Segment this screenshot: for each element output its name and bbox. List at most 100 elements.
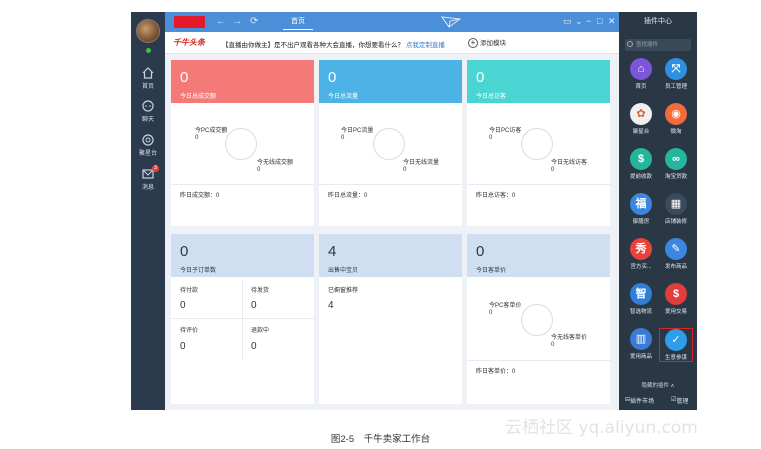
forward-icon[interactable]: →	[232, 15, 242, 29]
card-traffic[interactable]: 0 今日总流量 今日PC流量 0 今日无线流量 0 昨日总流量：0	[319, 60, 462, 226]
sidebar-item-label: 消息	[141, 185, 154, 191]
metric-caption: 今日子订单数	[180, 268, 217, 274]
yesterday-value: 昨日总流量：0	[328, 193, 368, 199]
sidebar-item-home[interactable]: 首页	[131, 66, 165, 90]
back-icon[interactable]: ←	[216, 15, 226, 29]
headline-bar: 千牛头条 【直播由你做主】是不出户观看各种大会直播，你想要看什么？ 点我定制直播…	[165, 32, 619, 54]
plugin-home[interactable]: ⌂ 首页	[624, 58, 658, 90]
plugin-employee[interactable]: ⤧ 员工管理	[659, 58, 693, 90]
plugin-kitchen[interactable]: 福御膳房	[624, 193, 658, 225]
plugin-search-input[interactable]: 查找插件	[625, 39, 691, 51]
sidebar-item-message[interactable]: 3 消息	[131, 165, 165, 191]
metric-value: 0	[180, 69, 189, 86]
plugin-trade[interactable]: $ 爱用交易	[659, 283, 693, 315]
customize-live-link[interactable]: 点我定制直播	[406, 42, 445, 49]
wireless-label: 今日无线流量	[403, 160, 440, 166]
wireless-label: 今无线客单价	[551, 335, 588, 341]
plugin-weitao[interactable]: ◉ 微淘	[659, 103, 693, 135]
card-orders[interactable]: 0 今日子订单数 待付款 0 待发货 0 待评价 0 退款中 0	[171, 234, 314, 404]
divider	[467, 184, 610, 185]
plugin-business-advisor[interactable]: ✓ 生意参谋	[659, 328, 693, 362]
workbench-window: 首页 聊天 聚星台 3 消息 ← → ⟳ 首页 ▭ ⌄ − □ ✕ 千牛头条 【…	[131, 12, 697, 410]
home-icon: ⌂	[630, 58, 652, 80]
plugin-early-payment[interactable]: $ 提前收款	[624, 148, 658, 180]
plugin-center-panel: 插件中心 查找插件 ⌂ 首页 ⤧ 员工管理 ✿ 聚星台 ◉ 微淘 $ 提前收款 ∞ 淘宝贷款福御膳房 ▦…	[619, 12, 697, 410]
plugin-loan[interactable]: ∞ 淘宝贷款	[659, 148, 693, 180]
goods-icon: ▥	[630, 328, 652, 350]
card-header: 4 出售中宝贝	[319, 234, 462, 277]
card-header: 0 今日总访客	[467, 60, 610, 103]
manage-link[interactable]: ☑ 管理	[671, 396, 688, 405]
metric-value: 0	[328, 69, 337, 86]
kitchen-icon: 福	[630, 193, 652, 215]
add-module-button[interactable]: + 添加模块	[468, 37, 506, 49]
plugin-logistics[interactable]: 智智选物流	[624, 283, 658, 315]
sidebar-item-label: 首页	[141, 84, 154, 90]
card-visitors[interactable]: 0 今日总访客 今日PC访客 0 今日无线访客 0 昨日总访客：0	[467, 60, 610, 226]
avatar[interactable]	[136, 19, 160, 43]
pc-value: 0	[195, 135, 199, 141]
yesterday-value: 昨日客单价：0	[476, 369, 516, 375]
online-status-dot	[146, 48, 151, 53]
plugin-star[interactable]: ✿ 聚星台	[624, 103, 658, 135]
plugin-label: 淘宝贷款	[664, 174, 687, 180]
employee-icon: ⤧	[665, 58, 687, 80]
sidebar-item-star-cluster[interactable]: 聚星台	[131, 133, 165, 157]
title-bar: ← → ⟳ 首页 ▭ ⌄ − □ ✕	[165, 12, 619, 32]
plugin-goods[interactable]: ▥ 爱用商品	[624, 328, 658, 360]
plugin-label: 御膳房	[632, 219, 650, 225]
sidebar-item-chat[interactable]: 聊天	[131, 99, 165, 123]
plugin-label: 微淘	[670, 129, 682, 135]
wireless-value: 0	[403, 167, 407, 173]
business-advisor-icon: ✓	[665, 329, 687, 351]
pc-value: 0	[341, 135, 345, 141]
metric-caption: 今日客单价	[476, 268, 507, 274]
card-transactions[interactable]: 0 今日总成交额 今PC成交额 0 今无线成交额 0 昨日成交额：0	[171, 60, 314, 226]
metric-caption: 今日总访客	[476, 94, 507, 100]
order-status-label: 退款中	[251, 328, 270, 334]
ratio-ring	[521, 128, 553, 160]
card-header: 0 今日客单价	[467, 234, 610, 277]
star-cluster-icon	[142, 134, 154, 146]
metric-value: 0	[180, 243, 189, 260]
card-selling[interactable]: 4 出售中宝贝 已橱窗推荐 4	[319, 234, 462, 404]
sidebar-item-label: 聚星台	[138, 151, 157, 157]
order-status-label: 待发货	[251, 288, 270, 294]
pc-label: 今PC客单价	[489, 303, 522, 309]
chevron-down-icon[interactable]: ⌄	[575, 15, 583, 27]
plugin-publish[interactable]: ✎ 发布商品	[659, 238, 693, 270]
publish-icon: ✎	[665, 238, 687, 260]
toutiao-logo: 千牛头条	[173, 37, 205, 47]
maximize-icon[interactable]: □	[597, 15, 602, 27]
plugin-label: 提前收款	[629, 174, 652, 180]
close-icon[interactable]: ✕	[608, 15, 616, 27]
weitao-icon: ◉	[665, 103, 687, 125]
logistics-icon: 智	[630, 283, 652, 305]
metric-value: 0	[476, 243, 485, 260]
order-status-value: 0	[251, 300, 257, 311]
loan-icon: ∞	[665, 148, 687, 170]
home-icon	[142, 67, 154, 79]
order-status-label: 待评价	[180, 328, 199, 334]
manage-label: 管理	[676, 399, 689, 405]
headline-message: 【直播由你做主】是不出户观看各种大会直播，你想要看什么？	[222, 42, 404, 49]
ratio-ring	[373, 128, 405, 160]
plugin-official-buy[interactable]: 秀官方买...	[624, 238, 658, 270]
hidden-plugins-toggle[interactable]: 隐藏的插件 ∧	[619, 381, 697, 389]
plugin-market-link[interactable]: ⊟ 插件市场	[625, 396, 654, 405]
chat-window-icon[interactable]: ▭	[563, 15, 572, 27]
plugin-label: 官方买...	[630, 264, 652, 270]
refresh-icon[interactable]: ⟳	[250, 15, 258, 29]
plugin-decoration[interactable]: ▦ 店铺装修	[659, 193, 693, 225]
star-icon: ✿	[630, 103, 652, 125]
plugin-label: 生意参谋	[664, 355, 687, 361]
minimize-icon[interactable]: −	[586, 15, 591, 27]
metric-value: 4	[328, 243, 337, 260]
order-status-value: 0	[180, 341, 186, 352]
order-status-value: 0	[251, 341, 257, 352]
tab-home[interactable]: 首页	[277, 12, 319, 32]
pc-label: 今日PC访客	[489, 128, 522, 134]
card-unit-price[interactable]: 0 今日客单价 今PC客单价 0 今无线客单价 0 昨日客单价：0	[467, 234, 610, 404]
plugin-center-title: 插件中心	[644, 18, 672, 25]
window-recommend-label: 已橱窗推荐	[328, 288, 359, 294]
